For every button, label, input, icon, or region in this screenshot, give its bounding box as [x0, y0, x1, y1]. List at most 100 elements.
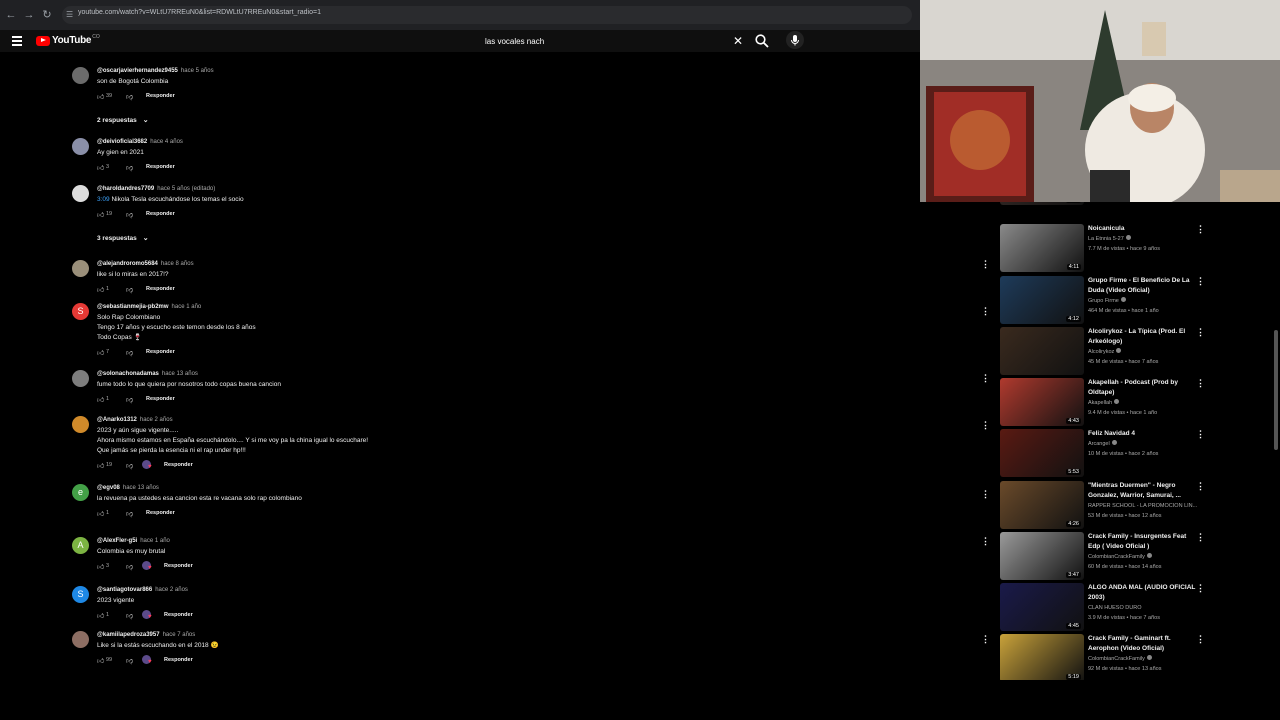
- like-icon[interactable]: 👍︎: [97, 285, 106, 294]
- site-info-icon[interactable]: ☰: [66, 10, 73, 19]
- related-video-item[interactable]: 4:45 ALGO ANDA MAL (AUDIO OFICIAL 2003) …: [1000, 583, 1260, 631]
- video-thumbnail[interactable]: [1000, 327, 1084, 375]
- more-options-icon[interactable]: ⋮: [1196, 276, 1205, 287]
- more-options-icon[interactable]: ⋮: [981, 373, 990, 384]
- channel-name[interactable]: ColombianCrackFamily: [1088, 656, 1145, 662]
- like-icon[interactable]: 👍︎: [97, 611, 106, 620]
- comment-author[interactable]: @sebastianmejia-pb2mw: [97, 304, 169, 310]
- related-video-item[interactable]: 4:26 "Mientras Duermen" - Negro Gonzalez…: [1000, 481, 1260, 529]
- comment-time[interactable]: hace 13 años: [123, 485, 159, 491]
- more-options-icon[interactable]: ⋮: [1196, 327, 1205, 338]
- like-icon[interactable]: 👍︎: [97, 395, 106, 404]
- like-icon[interactable]: 👍︎: [97, 509, 106, 518]
- replies-toggle[interactable]: 3 respuestas ⌄: [97, 234, 149, 242]
- dislike-icon[interactable]: 👎︎: [126, 210, 142, 219]
- comment-time[interactable]: hace 8 años: [161, 261, 194, 267]
- avatar[interactable]: [72, 185, 89, 202]
- avatar[interactable]: A: [72, 537, 89, 554]
- comment-time[interactable]: hace 7 años: [163, 632, 196, 638]
- comment-author[interactable]: @Anarko1312: [97, 417, 137, 423]
- back-icon[interactable]: ←: [4, 8, 18, 22]
- more-options-icon[interactable]: ⋮: [981, 489, 990, 500]
- reply-button[interactable]: Responder: [146, 93, 175, 99]
- video-title[interactable]: Alcolirykoz - La Típica (Prod. El Arkeól…: [1088, 327, 1200, 347]
- channel-name[interactable]: CLAN HUESO DURO: [1088, 605, 1141, 611]
- forward-icon[interactable]: →: [22, 8, 36, 22]
- video-title[interactable]: Crack Family - Gaminart ft. Aerophon (Vi…: [1088, 634, 1200, 654]
- video-title[interactable]: Noicanicula: [1088, 224, 1200, 234]
- reply-button[interactable]: Responder: [146, 396, 175, 402]
- dislike-icon[interactable]: 👎︎: [126, 395, 142, 404]
- search-icon[interactable]: [754, 33, 770, 49]
- dislike-icon[interactable]: 👎︎: [126, 92, 142, 101]
- like-icon[interactable]: 👍︎: [97, 656, 106, 665]
- reply-button[interactable]: Responder: [146, 510, 175, 516]
- dislike-icon[interactable]: 👎︎: [126, 285, 142, 294]
- avatar[interactable]: [72, 631, 89, 648]
- comment-time[interactable]: hace 5 años (editado): [157, 186, 215, 192]
- address-bar[interactable]: ☰ youtube.com/watch?v=WLtU7RREuN0&list=R…: [62, 6, 912, 24]
- video-thumbnail[interactable]: 4:12: [1000, 276, 1084, 324]
- dislike-icon[interactable]: 👎︎: [126, 509, 142, 518]
- avatar[interactable]: S: [72, 586, 89, 603]
- channel-name[interactable]: ColombianCrackFamily: [1088, 554, 1145, 560]
- video-thumbnail[interactable]: 3:47: [1000, 532, 1084, 580]
- comment-time[interactable]: hace 2 años: [140, 417, 173, 423]
- channel-name[interactable]: RAPPER SCHOOL - LA PROMOCION LIN...: [1088, 503, 1197, 509]
- voice-search-button[interactable]: [786, 31, 804, 49]
- video-title[interactable]: Feliz Navidad 4: [1088, 429, 1200, 439]
- comment-author[interactable]: @alejandroromo5684: [97, 261, 158, 267]
- comment-time[interactable]: hace 5 años: [181, 68, 214, 74]
- comment-time[interactable]: hace 13 años: [162, 371, 198, 377]
- reply-button[interactable]: Responder: [146, 211, 175, 217]
- more-options-icon[interactable]: ⋮: [981, 306, 990, 317]
- more-options-icon[interactable]: ⋮: [981, 259, 990, 270]
- menu-icon[interactable]: [12, 36, 22, 48]
- like-icon[interactable]: 👍︎: [97, 348, 106, 357]
- reply-button[interactable]: Responder: [146, 164, 175, 170]
- dislike-icon[interactable]: 👎︎: [126, 656, 142, 665]
- comment-time[interactable]: hace 1 año: [172, 304, 202, 310]
- avatar[interactable]: S: [72, 303, 89, 320]
- more-options-icon[interactable]: ⋮: [981, 420, 990, 431]
- comment-author[interactable]: @oscarjavierhernandez9455: [97, 68, 178, 74]
- reply-button[interactable]: Responder: [164, 612, 193, 618]
- video-thumbnail[interactable]: 4:59: [1000, 202, 1084, 205]
- channel-name[interactable]: Grupo Firme: [1088, 298, 1119, 304]
- comment-time[interactable]: hace 2 años: [155, 587, 188, 593]
- comment-author[interactable]: @deivioficial3682: [97, 139, 147, 145]
- reply-button[interactable]: Responder: [146, 349, 175, 355]
- scrollbar[interactable]: [1274, 330, 1278, 450]
- related-video-item[interactable]: 4:43 Akapellah - Podcast (Prod by Oldtap…: [1000, 378, 1260, 426]
- comment-time[interactable]: hace 4 años: [150, 139, 183, 145]
- search-input[interactable]: las vocales nach ✕: [478, 33, 748, 49]
- more-options-icon[interactable]: ⋮: [1196, 429, 1205, 440]
- channel-name[interactable]: La Etnnia 5-27: [1088, 236, 1124, 242]
- like-icon[interactable]: 👍︎: [97, 461, 106, 470]
- timestamp-link[interactable]: 3:09: [97, 196, 110, 203]
- avatar[interactable]: [72, 67, 89, 84]
- clear-search-icon[interactable]: ✕: [733, 34, 743, 48]
- comment-author[interactable]: @kamiilapedroza3957: [97, 632, 160, 638]
- replies-toggle[interactable]: 2 respuestas ⌄: [97, 116, 149, 124]
- more-options-icon[interactable]: ⋮: [1196, 481, 1205, 492]
- dislike-icon[interactable]: 👎︎: [126, 461, 142, 470]
- youtube-logo[interactable]: YouTube CO: [36, 34, 100, 46]
- avatar[interactable]: e: [72, 484, 89, 501]
- comment-author[interactable]: @santiagotovar866: [97, 587, 152, 593]
- video-thumbnail[interactable]: 5:19: [1000, 634, 1084, 680]
- more-options-icon[interactable]: ⋮: [1196, 224, 1205, 235]
- comment-author[interactable]: @haroldandres7709: [97, 186, 154, 192]
- video-title[interactable]: Grupo Firme - El Beneficio De La Duda (V…: [1088, 276, 1200, 296]
- video-thumbnail[interactable]: 4:43: [1000, 378, 1084, 426]
- channel-name[interactable]: Alcolirykoz: [1088, 349, 1114, 355]
- avatar[interactable]: [72, 138, 89, 155]
- more-options-icon[interactable]: ⋮: [981, 634, 990, 645]
- more-options-icon[interactable]: ⋮: [1196, 583, 1205, 594]
- video-title[interactable]: ALGO ANDA MAL (AUDIO OFICIAL 2003): [1088, 583, 1200, 603]
- avatar[interactable]: [72, 260, 89, 277]
- video-title[interactable]: "Mientras Duermen" - Negro Gonzalez, War…: [1088, 481, 1200, 501]
- dislike-icon[interactable]: 👎︎: [126, 348, 142, 357]
- reply-button[interactable]: Responder: [146, 286, 175, 292]
- more-options-icon[interactable]: ⋮: [1196, 532, 1205, 543]
